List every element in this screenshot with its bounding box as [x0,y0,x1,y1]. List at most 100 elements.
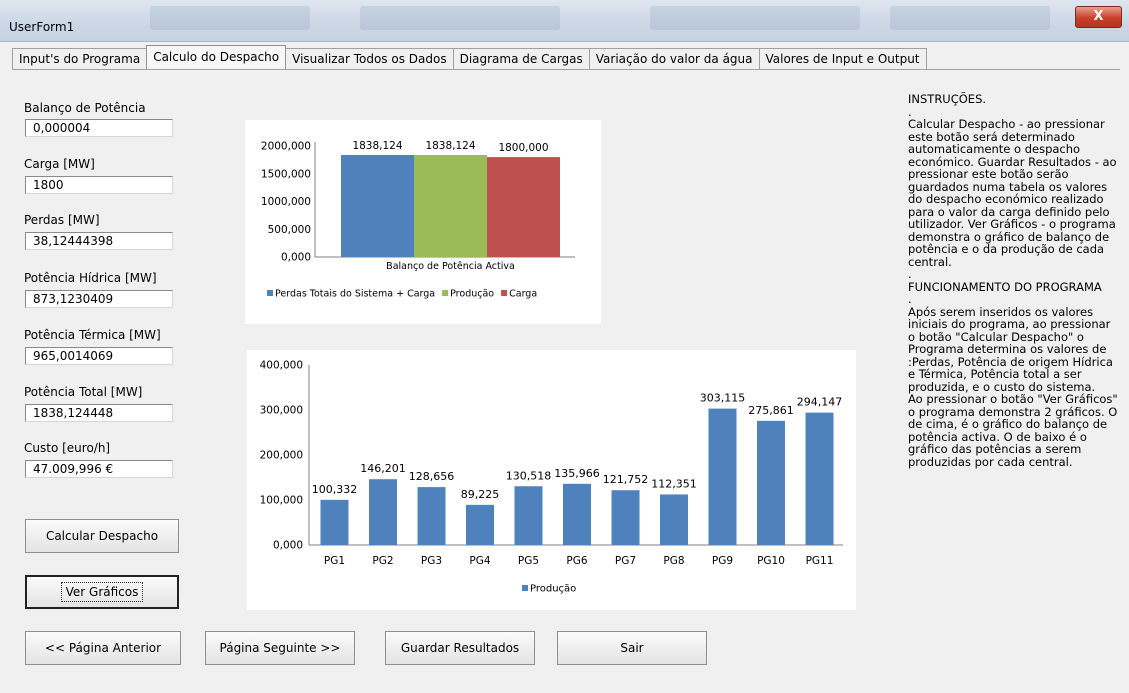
funcionamento-body: Após serem inseridos os valores iniciais… [908,304,1118,469]
instructions-dot: . [908,267,912,281]
x-tick-label: Balanço de Potência Activa [386,261,515,272]
data-label: 146,201 [360,462,406,475]
data-label: 135,966 [554,467,600,480]
instructions-body: Calcular Despacho - ao pressionar este b… [908,117,1117,269]
balance-chart: 0,000 500,000 1000,000 1500,000 2000,000 1838… [245,120,601,324]
total-label: Potência Total [MW] [24,385,143,399]
total-field[interactable]: 1838,124448 [25,404,173,422]
balance-chart-svg: 0,000 500,000 1000,000 1500,000 2000,000 1838… [261,140,575,300]
legend-entry: Perdas Totais do Sistema + Carga [275,289,435,300]
data-label: 89,225 [461,488,500,501]
y-tick-label: 1500,000 [261,168,311,180]
y-tick-label: 500,000 [268,224,311,236]
instructions-heading: INSTRUÇÕES. [908,92,987,106]
y-tick-label: 2000,000 [261,141,311,153]
ver-graficos-label: Ver Gráficos [60,582,144,602]
perdas-field[interactable]: 38,12444398 [25,232,173,250]
y-tick-label: 0,000 [281,252,311,264]
hidrica-field[interactable]: 873,1230409 [25,290,173,308]
x-tick-label: PG1 [324,555,345,567]
data-label: 1838,124 [352,140,402,152]
ver-graficos-button[interactable]: Ver Gráficos [25,575,179,609]
legend-swatch [267,290,273,296]
x-tick-label: PG4 [469,555,490,567]
custo-label: Custo [euro/h] [24,441,111,455]
pagina-seguinte-button[interactable]: Página Seguinte >> [205,631,355,665]
window-title: UserForm1 [9,20,75,34]
x-tick-label: PG3 [421,555,442,567]
y-tick-label: 200,000 [260,450,303,462]
data-label: 1800,000 [498,142,548,154]
pagina-anterior-button[interactable]: << Página Anterior [25,631,181,665]
background-ribbon-ghost [360,6,560,30]
bar [708,408,737,545]
data-label: 128,656 [409,470,455,483]
x-tick-label: PG7 [615,555,636,567]
tab-diagrama-cargas[interactable]: Diagrama de Cargas [452,48,590,69]
guardar-resultados-button[interactable]: Guardar Resultados [385,631,535,665]
tab-variacao-agua[interactable]: Variação do valor da água [588,48,760,69]
production-chart-svg: 0,000 100,000 200,000 300,000 400,000 100,332… [260,360,843,595]
carga-field[interactable]: 1800 [25,176,173,194]
background-ribbon-ghost [890,6,1050,30]
legend-swatch [522,585,528,591]
sair-button[interactable]: Sair [557,631,707,665]
instructions-panel: INSTRUÇÕES.. Calcular Despacho - ao press… [908,93,1120,468]
tab-calculo-despacho[interactable]: Calculo do Despacho [146,45,287,69]
bar [660,494,688,545]
bar [757,420,785,545]
bar [514,486,543,545]
perdas-label: Perdas [MW] [24,213,100,227]
data-label: 121,752 [603,473,649,486]
production-chart: 0,000 100,000 200,000 300,000 400,000 100,332… [247,350,856,610]
tab-strip: Input's do Programa Calculo do Despacho … [12,45,927,69]
custo-field[interactable]: 47.009,996 € [25,460,173,478]
bar [611,490,640,545]
close-icon: X [1093,9,1104,24]
calcular-despacho-button[interactable]: Calcular Despacho [25,519,179,553]
tab-visualizar-dados[interactable]: Visualizar Todos os Dados [285,48,454,69]
background-ribbon-ghost [650,6,860,30]
x-tick-label: PG8 [663,555,684,567]
x-tick-label: PG9 [712,555,733,567]
x-tick-label: PG5 [518,555,539,567]
data-label: 1838,124 [425,140,475,152]
bar [487,157,560,257]
y-tick-label: 400,000 [260,360,303,372]
close-button[interactable]: X [1075,6,1122,28]
tab-input-output[interactable]: Valores de Input e Output [758,48,927,69]
bar [805,412,834,545]
y-tick-label: 300,000 [260,405,303,417]
bar [466,504,494,545]
legend-entry: Produção [530,584,576,595]
carga-label: Carga [MW] [24,157,95,171]
x-tick-label: PG11 [806,555,834,567]
title-bar: UserForm1 X [0,0,1129,42]
data-label: 303,115 [700,392,746,405]
bar [320,499,349,545]
bar [341,154,414,257]
x-tick-label: PG2 [372,555,393,567]
y-tick-label: 1000,000 [261,196,311,208]
data-label: 112,351 [651,477,697,490]
y-tick-label: 0,000 [273,540,303,552]
termica-field[interactable]: 965,0014069 [25,347,173,365]
legend-swatch [501,290,508,296]
background-ribbon-ghost [150,6,310,30]
legend-entry: Carga [509,289,537,300]
bar [417,487,446,545]
hidrica-label: Potência Hídrica [MW] [24,271,157,285]
balanco-label: Balanço de Potência [24,101,146,115]
y-tick-label: 100,000 [260,495,303,507]
bar [563,483,591,545]
data-label: 275,861 [748,404,794,417]
balanco-field[interactable]: 0,000004 [25,119,173,137]
legend-entry: Produção [450,289,494,300]
tab-inputs[interactable]: Input's do Programa [12,48,148,69]
funcionamento-heading: FUNCIONAMENTO DO PROGRAMA [908,279,1102,294]
x-tick-label: PG10 [757,555,785,567]
legend-swatch [442,290,449,296]
instructions-dot: . [908,292,912,306]
data-label: 100,332 [312,483,358,496]
termica-label: Potência Térmica [MW] [24,328,161,342]
